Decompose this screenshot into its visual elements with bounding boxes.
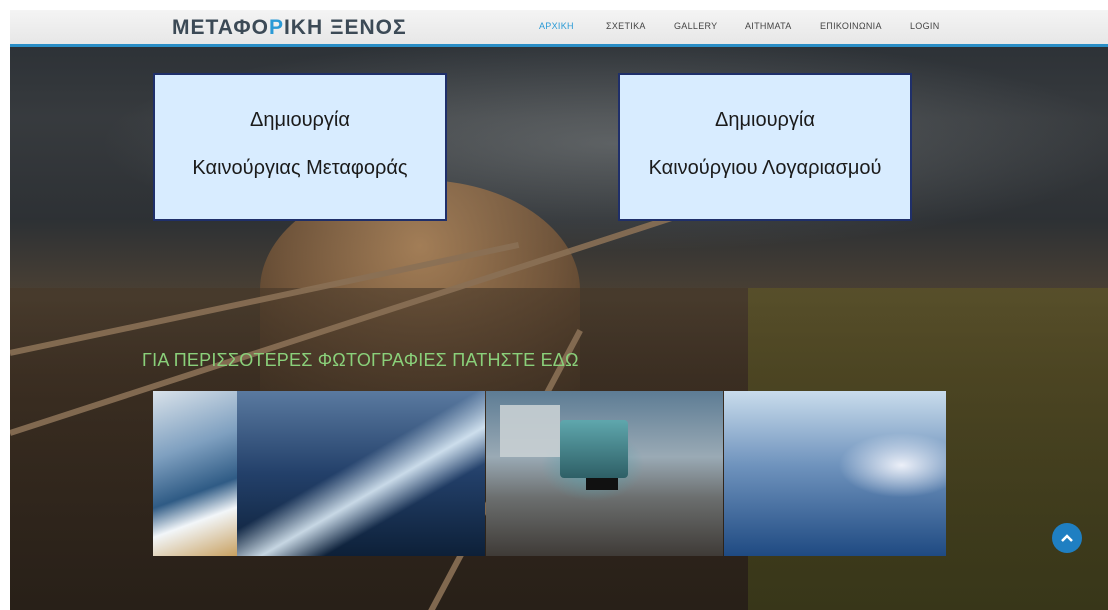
truck-cab [560,420,628,478]
nav-about[interactable]: ΣΧΕΤΙΚΑ [606,21,646,31]
logo-text-1: ΜΕΤΑΦΟ [172,16,269,39]
gallery-link[interactable]: ΓΙΑ ΠΕΡΙΣΣΟΤΕΡΕΣ ΦΩΤΟΓΡΑΦΙΕΣ ΠΑΤΗΣΤΕ ΕΔΩ [142,350,579,371]
card-title-line1: Δημιουργία [715,109,815,131]
top-navbar: ΜΕΤΑΦΟΡΙΚΗ ΞΕΝΟΣ ΑΡΧΙΚΗ ΣΧΕΤΙΚΑ GALLERY … [10,10,1108,47]
nav-home[interactable]: ΑΡΧΙΚΗ [539,21,574,31]
gallery-photo-transport-collage[interactable] [724,391,946,556]
gallery-photo-city-light-trails[interactable] [237,391,485,556]
nav-login[interactable]: LOGIN [910,21,940,31]
gallery-photo-wave[interactable] [153,391,237,556]
nav-requests[interactable]: ΑΙΤΗΜΑΤΑ [745,21,792,31]
scroll-top-button[interactable] [1052,523,1082,553]
create-account-button[interactable]: Δημιουργία Καινούργιου Λογαριασμού [618,73,912,221]
truck-trailer [500,405,560,457]
nav-gallery[interactable]: GALLERY [674,21,717,31]
logo-text-accent: Ρ [268,16,284,39]
site-logo[interactable]: ΜΕΤΑΦΟΡΙΚΗ ΞΕΝΟΣ [172,16,407,40]
card-title-line2: Καινούργιου Λογαριασμού [648,157,882,179]
nav-contact[interactable]: ΕΠΙΚΟΙΝΩΝΙΑ [820,21,882,31]
chevron-up-icon [1061,534,1073,542]
logo-text-2: ΙΚΗ ΞΕΝΟΣ [283,16,407,39]
card-title-line2: Καινούργιας Μεταφοράς [192,157,408,179]
card-title-line1: Δημιουργία [250,109,350,131]
create-transport-button[interactable]: Δημιουργία Καινούργιας Μεταφοράς [153,73,447,221]
